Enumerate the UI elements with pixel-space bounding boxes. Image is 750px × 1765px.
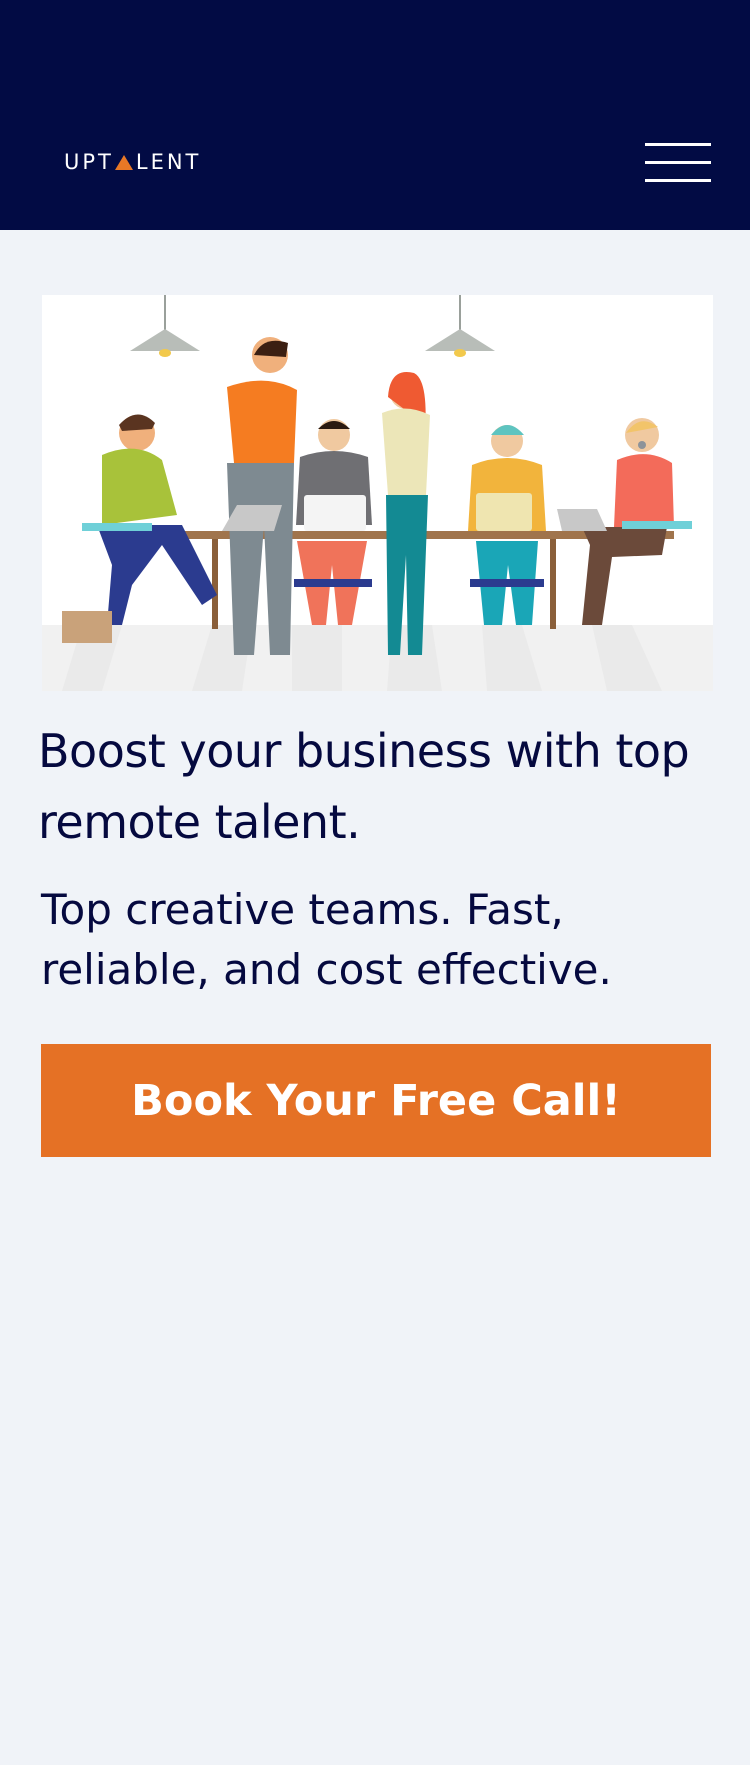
hero-headline: Boost your business with top remote tale… xyxy=(38,724,690,849)
book-free-call-button[interactable]: Book Your Free Call! xyxy=(41,1044,711,1157)
logo-text-right: LENT xyxy=(135,150,202,174)
hamburger-menu-icon[interactable] xyxy=(645,143,711,183)
team-working-illustration xyxy=(42,295,713,691)
hero-subheadline: Top creative teams. Fast, reliable, and … xyxy=(41,885,612,994)
lamp-icon xyxy=(130,295,495,357)
illustration-svg xyxy=(42,295,713,691)
logo-triangle-icon xyxy=(114,154,133,170)
uptalent-logo[interactable]: UPT LENT xyxy=(64,150,201,174)
site-header: UPT LENT xyxy=(0,0,750,230)
logo-text-left: UPT xyxy=(64,150,114,174)
